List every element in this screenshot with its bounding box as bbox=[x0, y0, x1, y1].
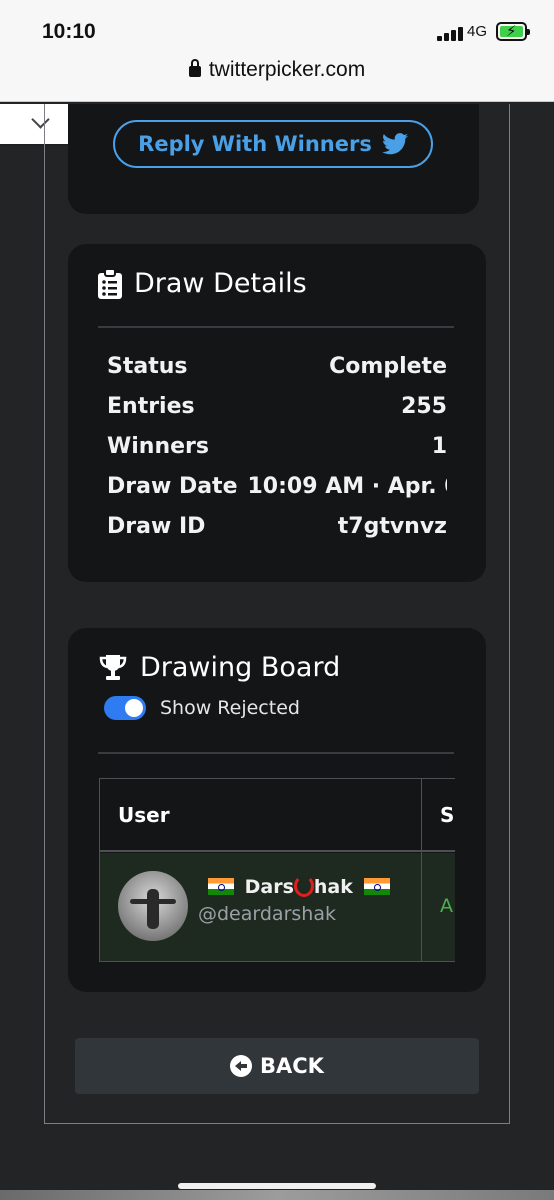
clipboard-list-icon bbox=[98, 268, 122, 299]
detail-value: 255 bbox=[401, 394, 447, 419]
show-rejected-label: Show Rejected bbox=[160, 697, 300, 719]
twitter-bird-icon bbox=[381, 133, 408, 155]
display-name: Dars hak bbox=[204, 875, 394, 898]
detail-key: Status bbox=[107, 354, 188, 379]
draw-details-title: Draw Details bbox=[134, 268, 307, 299]
back-label: BACK bbox=[260, 1054, 324, 1078]
column-header-status: S bbox=[440, 803, 455, 827]
arrow-circle-left-icon bbox=[230, 1055, 253, 1077]
trophy-icon bbox=[99, 654, 127, 680]
detail-value: 1 bbox=[431, 434, 447, 459]
signal-icon bbox=[437, 25, 463, 41]
divider bbox=[98, 326, 454, 328]
home-indicator[interactable] bbox=[178, 1183, 376, 1189]
draw-details-card: Draw Details Status Complete Entries 255 W… bbox=[68, 244, 486, 582]
entries-table: User S Dars hak @deardarshak A bbox=[99, 778, 455, 962]
drawing-board-title: Drawing Board bbox=[140, 652, 341, 683]
back-button[interactable]: BACK bbox=[75, 1038, 479, 1094]
india-flag-icon bbox=[363, 878, 390, 895]
table-header: User S bbox=[100, 779, 455, 852]
detail-row-winners: Winners 1 bbox=[107, 434, 447, 474]
detail-row-entries: Entries 255 bbox=[107, 394, 447, 434]
detail-key: Draw ID bbox=[107, 514, 206, 539]
detail-value: Complete bbox=[329, 354, 447, 379]
url-text: twitterpicker.com bbox=[208, 58, 366, 81]
table-row[interactable]: Dars hak @deardarshak A bbox=[100, 853, 455, 961]
address-bar[interactable]: twitterpicker.com bbox=[0, 58, 554, 82]
detail-value: t7gtvnvz bbox=[337, 514, 447, 539]
column-separator bbox=[421, 779, 422, 961]
detail-row-draw-date: Draw Date 10:09 AM · Apr. 0 bbox=[107, 474, 447, 514]
draw-details-list: Status Complete Entries 255 Winners 1 Draw … bbox=[107, 354, 447, 554]
detail-key: Entries bbox=[107, 394, 195, 419]
battery-icon: ⚡ bbox=[496, 22, 530, 41]
clock: 10:10 bbox=[42, 20, 96, 43]
show-rejected-toggle-row: Show Rejected bbox=[104, 696, 300, 720]
drawing-board-card: Drawing Board Show Rejected User S Dars h… bbox=[68, 628, 486, 992]
bottom-banner bbox=[0, 1190, 554, 1200]
status-cell: A bbox=[440, 895, 453, 917]
red-ring-icon bbox=[293, 875, 314, 897]
detail-row-status: Status Complete bbox=[107, 354, 447, 394]
network-type: 4G bbox=[467, 23, 488, 40]
reply-with-winners-button[interactable]: Reply With Winners bbox=[113, 120, 433, 168]
display-name-end: hak bbox=[313, 876, 353, 898]
reply-card: Reply With Winners bbox=[68, 104, 479, 214]
reply-with-winners-label: Reply With Winners bbox=[138, 132, 372, 156]
detail-key: Draw Date bbox=[107, 474, 238, 499]
detail-row-draw-id: Draw ID t7gtvnvz bbox=[107, 514, 447, 554]
draw-details-heading: Draw Details bbox=[98, 268, 307, 299]
lock-icon bbox=[188, 59, 201, 77]
detail-value: 10:09 AM · Apr. 0 bbox=[247, 474, 448, 499]
india-flag-icon bbox=[208, 878, 234, 895]
divider bbox=[98, 752, 454, 754]
drawing-board-heading: Drawing Board bbox=[98, 652, 340, 683]
column-header-user: User bbox=[118, 803, 170, 827]
detail-key: Winners bbox=[107, 434, 209, 459]
display-name-start: Dars bbox=[244, 876, 294, 898]
avatar bbox=[118, 871, 188, 941]
show-rejected-toggle[interactable] bbox=[104, 696, 146, 720]
user-handle[interactable]: @deardarshak bbox=[198, 903, 336, 925]
ios-status-bar: 10:10 4G ⚡ twitterpicker.com bbox=[0, 0, 554, 102]
